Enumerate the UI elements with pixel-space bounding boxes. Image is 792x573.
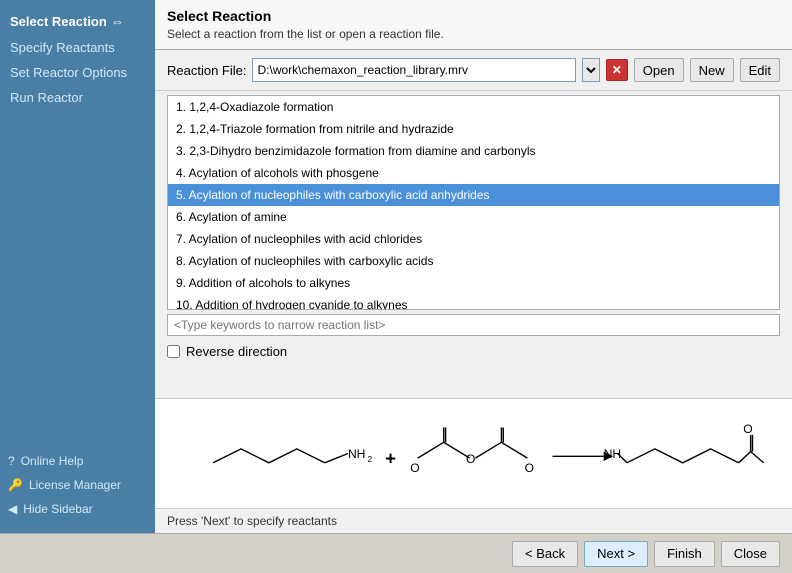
content-area: Select Reaction Select a reaction from t… (155, 0, 792, 533)
svg-text:NH: NH (348, 447, 365, 461)
reaction-list[interactable]: 1. 1,2,4-Oxadiazole formation 2. 1,2,4-T… (168, 96, 779, 309)
svg-text:2: 2 (367, 454, 372, 464)
arrow-icon: ⇔ (111, 14, 124, 29)
svg-text:NH: NH (604, 447, 621, 461)
bottom-bar: < Back Next > Finish Close (0, 533, 792, 573)
reaction-list-container: 1. 1,2,4-Oxadiazole formation 2. 1,2,4-T… (167, 95, 780, 310)
reaction-file-dropdown[interactable]: ▼ (582, 58, 600, 82)
reverse-direction-row: Reverse direction (155, 340, 792, 367)
next-button[interactable]: Next > (584, 541, 648, 567)
svg-text:O: O (743, 422, 752, 436)
status-bar: Press 'Next' to specify reactants (155, 508, 792, 533)
list-item[interactable]: 10. Addition of hydrogen cyanide to alky… (168, 294, 779, 309)
reverse-direction-checkbox[interactable] (167, 345, 180, 358)
search-input[interactable] (167, 314, 780, 336)
sidebar-item-set-reactor-options[interactable]: Set Reactor Options (0, 60, 155, 85)
reaction-file-row: Reaction File: ▼ ✕ Open New Edit (155, 50, 792, 91)
page-title: Select Reaction (167, 8, 780, 24)
list-item[interactable]: 8. Acylation of nucleophiles with carbox… (168, 250, 779, 272)
finish-button[interactable]: Finish (654, 541, 715, 567)
list-item[interactable]: 3. 2,3-Dihydro benzimidazole formation f… (168, 140, 779, 162)
list-item[interactable]: 6. Acylation of amine (168, 206, 779, 228)
key-icon: 🔑 (8, 478, 23, 492)
license-manager-button[interactable]: 🔑 License Manager (0, 473, 155, 497)
chevron-left-icon: ◀ (8, 502, 17, 516)
edit-button[interactable]: Edit (740, 58, 780, 82)
status-text: Press 'Next' to specify reactants (167, 514, 337, 528)
search-row (155, 310, 792, 340)
svg-text:O: O (466, 452, 475, 466)
reaction-svg: NH 2 + O O O (163, 407, 784, 500)
list-item[interactable]: 7. Acylation of nucleophiles with acid c… (168, 228, 779, 250)
sidebar: Select Reaction ⇔ Specify Reactants Set … (0, 0, 155, 533)
sidebar-item-run-reactor[interactable]: Run Reactor (0, 85, 155, 110)
list-item[interactable]: 9. Addition of alcohols to alkynes (168, 272, 779, 294)
list-item[interactable]: 2. 1,2,4-Triazole formation from nitrile… (168, 118, 779, 140)
list-item[interactable]: 1. 1,2,4-Oxadiazole formation (168, 96, 779, 118)
close-button[interactable]: Close (721, 541, 780, 567)
clear-file-button[interactable]: ✕ (606, 59, 628, 81)
list-item-selected[interactable]: 5. Acylation of nucleophiles with carbox… (168, 184, 779, 206)
header-panel: Select Reaction Select a reaction from t… (155, 0, 792, 50)
reaction-diagram: NH 2 + O O O (155, 398, 792, 508)
reverse-direction-label: Reverse direction (186, 344, 287, 359)
svg-text:+: + (385, 448, 396, 469)
sidebar-select-reaction-label: Select Reaction (10, 14, 107, 29)
svg-text:O: O (410, 461, 419, 475)
online-help-button[interactable]: ? Online Help (0, 449, 155, 473)
hide-sidebar-button[interactable]: ◀ Hide Sidebar (0, 497, 155, 521)
reaction-file-input[interactable] (252, 58, 575, 82)
list-item[interactable]: 4. Acylation of alcohols with phosgene (168, 162, 779, 184)
help-icon: ? (8, 454, 15, 468)
new-button[interactable]: New (690, 58, 734, 82)
back-button[interactable]: < Back (512, 541, 578, 567)
sidebar-item-specify-reactants[interactable]: Specify Reactants (0, 35, 155, 60)
sidebar-item-select-reaction[interactable]: Select Reaction ⇔ (0, 8, 155, 35)
svg-text:O: O (525, 461, 534, 475)
select-area: 1. 1,2,4-Oxadiazole formation 2. 1,2,4-T… (155, 91, 792, 398)
open-button[interactable]: Open (634, 58, 684, 82)
page-subtitle: Select a reaction from the list or open … (167, 27, 780, 41)
reaction-file-label: Reaction File: (167, 63, 246, 78)
